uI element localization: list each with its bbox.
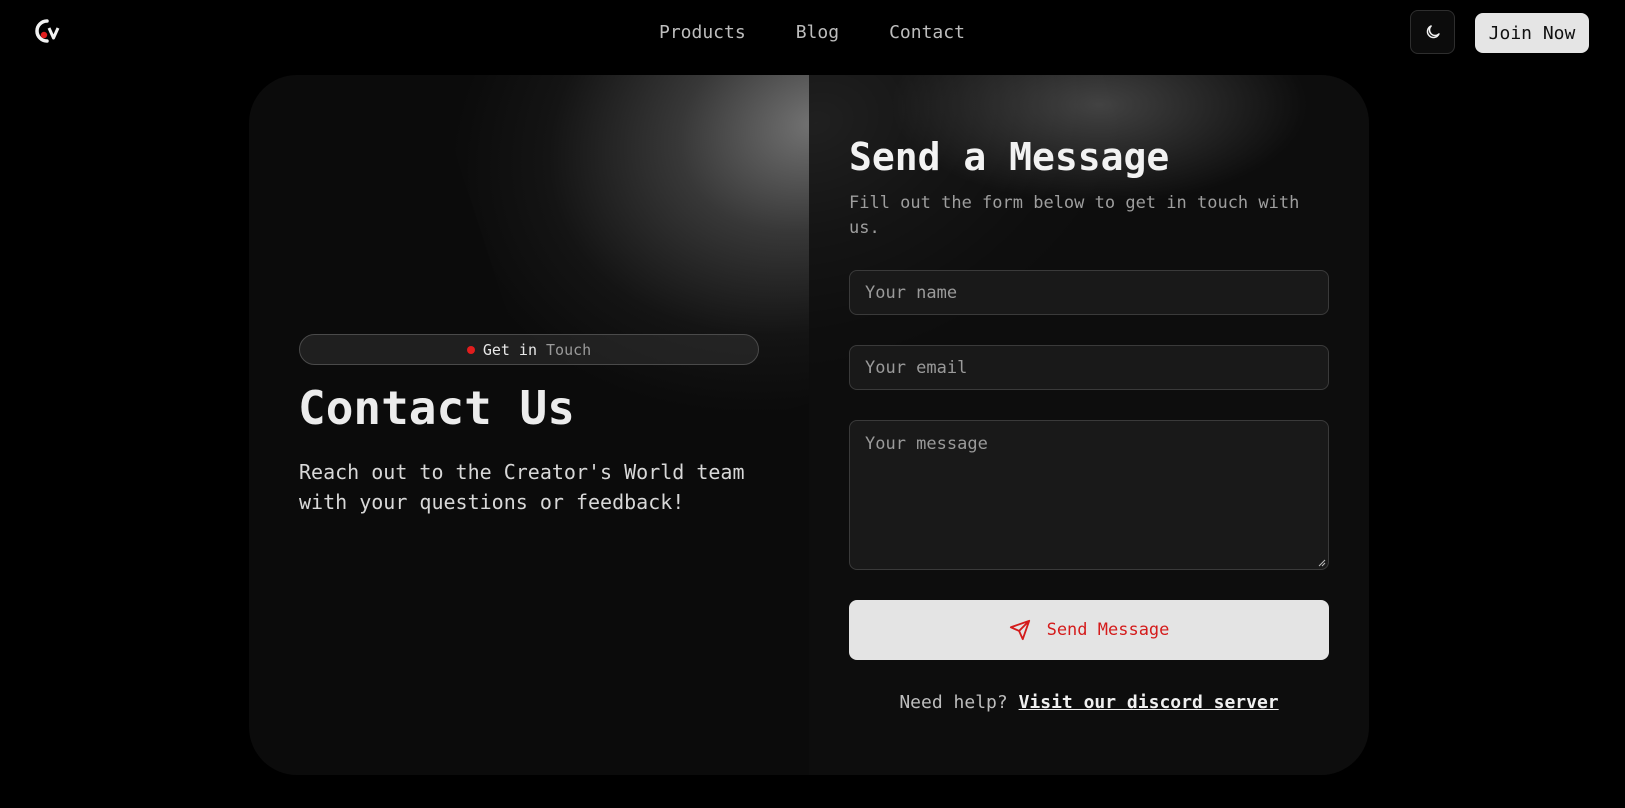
- contact-card: Get in Touch Contact Us Reach out to the…: [249, 75, 1369, 775]
- nav-link-blog[interactable]: Blog: [796, 22, 839, 43]
- page-description: Reach out to the Creator's World team wi…: [299, 460, 745, 514]
- send-message-label: Send Message: [1046, 620, 1170, 640]
- status-dot-icon: [466, 345, 475, 354]
- help-label: Need help?: [899, 692, 1008, 713]
- name-input[interactable]: [849, 270, 1329, 315]
- top-nav: Products Blog Contact Join Now: [0, 0, 1625, 66]
- message-textarea[interactable]: [849, 420, 1329, 570]
- form-title: Send a Message: [849, 135, 1170, 179]
- join-now-button[interactable]: Join Now: [1475, 13, 1589, 53]
- email-input[interactable]: [849, 345, 1329, 390]
- help-text: Need help? Visit our discord server: [849, 692, 1329, 713]
- discord-link[interactable]: Visit our discord server: [1019, 692, 1279, 713]
- nav-link-products[interactable]: Products: [659, 22, 746, 43]
- theme-toggle-button[interactable]: [1410, 10, 1455, 54]
- badge-label-secondary: Touch: [546, 340, 592, 359]
- logo-icon[interactable]: [32, 17, 62, 45]
- badge-label-primary: Get in: [482, 340, 537, 359]
- page-title: Contact Us: [298, 381, 575, 435]
- resize-grip-icon[interactable]: [1318, 559, 1326, 567]
- moon-icon: [1426, 25, 1440, 39]
- nav-link-contact[interactable]: Contact: [889, 22, 965, 43]
- get-in-touch-badge: Get in Touch: [299, 334, 759, 365]
- send-message-button[interactable]: Send Message: [849, 600, 1329, 660]
- form-subtitle: Fill out the form below to get in touch …: [849, 193, 1300, 238]
- nav-links: Products Blog Contact: [659, 22, 965, 43]
- send-icon: [1009, 619, 1030, 641]
